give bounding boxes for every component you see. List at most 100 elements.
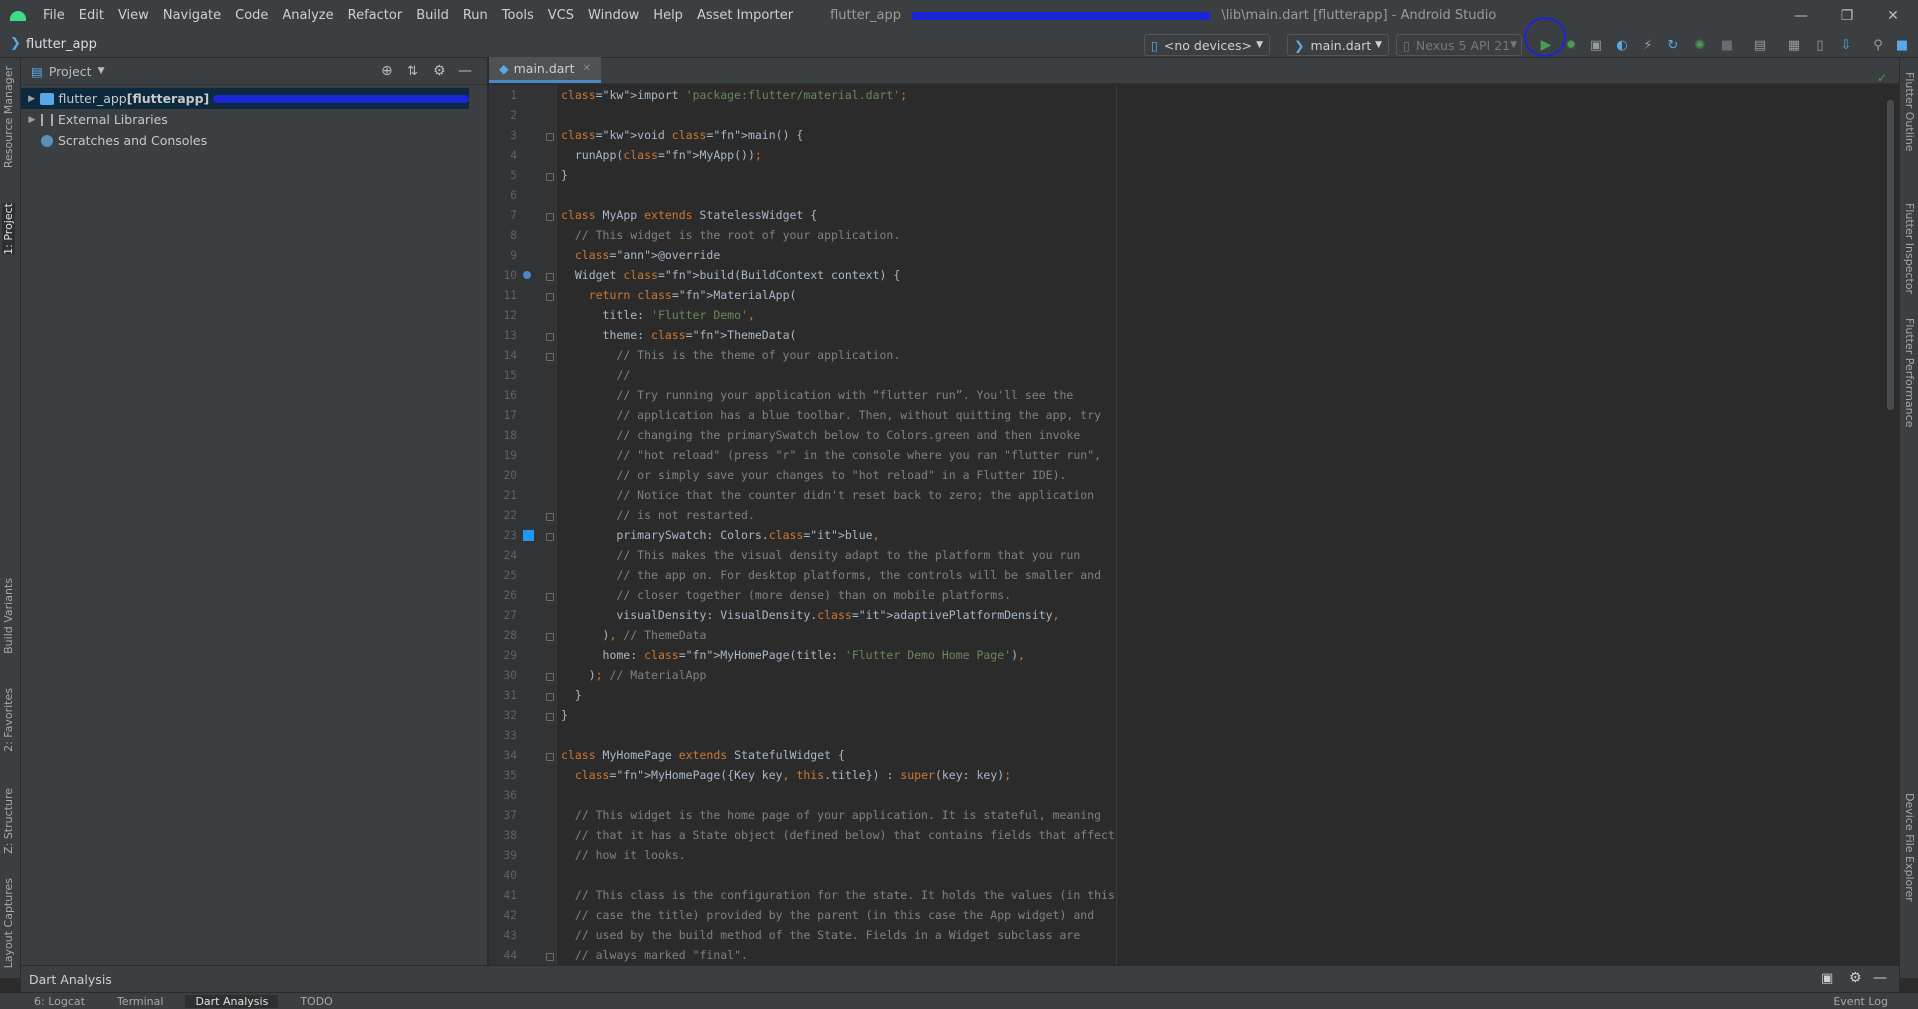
menu-run[interactable]: Run [456, 0, 495, 31]
editor-scrollbar[interactable] [1887, 100, 1894, 410]
collapse-all-icon[interactable]: ⇅ [407, 64, 418, 79]
tab-flutter-outline[interactable]: Flutter Outline [1903, 72, 1916, 152]
line-number: 3 [510, 129, 517, 142]
tab-event-log[interactable]: Event Log [1823, 995, 1898, 1008]
menu-window[interactable]: Window [581, 0, 646, 31]
menu-code[interactable]: Code [228, 0, 275, 31]
hide-panel-icon[interactable]: — [1873, 970, 1887, 986]
attach-debugger-icon[interactable]: ✺ [1692, 37, 1708, 53]
layout-inspector-icon[interactable]: ▦ [1786, 37, 1802, 53]
color-swatch-icon[interactable] [523, 530, 534, 541]
device-selector[interactable]: ▯ <no devices> ▼ [1144, 34, 1270, 56]
menu-navigate[interactable]: Navigate [156, 0, 228, 31]
menu-build[interactable]: Build [409, 0, 456, 31]
menu-vcs[interactable]: VCS [541, 0, 581, 31]
override-marker-icon[interactable] [523, 271, 531, 279]
restore-icon[interactable]: ❐ [1824, 0, 1870, 31]
tab-layout-captures[interactable]: Layout Captures [2, 878, 15, 968]
avd-selector[interactable]: ▯ Nexus 5 API 21 ▼ [1396, 34, 1522, 56]
code-line: class="ann">@override [574, 248, 721, 262]
debug-icon[interactable]: ✹ [1563, 37, 1579, 53]
code-line: // how it looks. [574, 848, 686, 862]
run-config-selector[interactable]: ❯ main.dart ▼ [1287, 34, 1389, 56]
menu-help[interactable]: Help [646, 0, 690, 31]
gear-icon[interactable]: ⚙ [1849, 970, 1862, 986]
close-icon[interactable]: ✕ [1870, 0, 1916, 31]
code-line: } [561, 168, 568, 182]
menu-edit[interactable]: Edit [72, 0, 111, 31]
chevron-down-icon[interactable]: ▼ [98, 66, 105, 76]
search-icon[interactable]: ⚲ [1870, 37, 1886, 53]
expand-arrow-icon[interactable]: ▶ [25, 94, 38, 104]
fold-marker-icon[interactable] [546, 333, 554, 341]
tab-flutter-inspector[interactable]: Flutter Inspector [1903, 203, 1916, 294]
tree-item-external-libraries[interactable]: ▶ External Libraries [21, 109, 487, 130]
project-structure-icon[interactable]: ▤ [1752, 37, 1768, 53]
run-with-coverage-icon[interactable]: ▣ [1588, 37, 1604, 53]
fold-marker-icon[interactable] [546, 533, 554, 541]
fold-marker-icon[interactable] [546, 133, 554, 141]
menu-analyze[interactable]: Analyze [275, 0, 340, 31]
tab-terminal[interactable]: Terminal [107, 995, 174, 1008]
locate-icon[interactable]: ⊕ [381, 63, 393, 79]
code-line: ); // MaterialApp [561, 668, 707, 682]
minimize-icon[interactable]: — [1778, 0, 1824, 31]
breadcrumb-project[interactable]: flutter_app [26, 37, 97, 52]
tab-logcat[interactable]: 6: Logcat [24, 995, 95, 1008]
expand-arrow-icon[interactable]: ▶ [25, 115, 39, 125]
redaction-scribble [911, 11, 1212, 20]
fold-marker-icon[interactable] [546, 353, 554, 361]
profile-icon[interactable]: ◐ [1614, 37, 1630, 53]
tab-flutter-performance[interactable]: Flutter Performance [1903, 318, 1916, 427]
hide-panel-icon[interactable]: — [458, 63, 472, 79]
tree-item-flutter-app[interactable]: ▶ flutter_app [flutterapp] [21, 88, 470, 109]
tab-device-file-explorer[interactable]: Device File Explorer [1903, 793, 1916, 902]
dart-file-icon: ◆ [499, 61, 509, 76]
line-number: 41 [503, 889, 517, 902]
menu-view[interactable]: View [111, 0, 156, 31]
line-number: 1 [510, 89, 517, 102]
tab-build-variants[interactable]: Build Variants [2, 578, 15, 654]
menu-asset-importer[interactable]: Asset Importer [690, 0, 800, 31]
fold-marker-icon[interactable] [546, 633, 554, 641]
tab-dart-analysis[interactable]: Dart Analysis [185, 994, 279, 1008]
stop-icon[interactable]: ■ [1719, 37, 1735, 53]
menu-tools[interactable]: Tools [495, 0, 541, 31]
line-number: 38 [503, 829, 517, 842]
fold-marker-icon[interactable] [546, 953, 554, 961]
tab-main-dart[interactable]: ◆ main.dart ✕ [489, 57, 601, 83]
account-icon[interactable]: ■ [1894, 37, 1910, 53]
tab-structure[interactable]: Z: Structure [2, 788, 15, 854]
fold-marker-icon[interactable] [546, 753, 554, 761]
fold-marker-icon[interactable] [546, 513, 554, 521]
fold-marker-icon[interactable] [546, 293, 554, 301]
tab-todo[interactable]: TODO [290, 995, 343, 1008]
fold-marker-icon[interactable] [546, 593, 554, 601]
code-line: class MyApp extends StatelessWidget { [561, 208, 818, 222]
tab-favorites[interactable]: 2: Favorites [2, 688, 15, 752]
line-number: 32 [503, 709, 517, 722]
fold-marker-icon[interactable] [546, 173, 554, 181]
close-tab-icon[interactable]: ✕ [582, 63, 590, 74]
hot-reload-icon[interactable]: ⚡ [1640, 37, 1656, 53]
tree-item-scratches[interactable]: Scratches and Consoles [21, 130, 487, 151]
code-area[interactable]: class="kw">import 'package:flutter/mater… [557, 85, 1887, 965]
fold-marker-icon[interactable] [546, 693, 554, 701]
avd-manager-icon[interactable]: ▯ [1812, 37, 1828, 53]
chat-icon[interactable]: ▣ [1821, 971, 1833, 986]
menu-file[interactable]: File [36, 0, 72, 31]
fold-marker-icon[interactable] [546, 673, 554, 681]
sdk-manager-icon[interactable]: ⇩ [1838, 37, 1854, 53]
android-studio-logo-icon [10, 10, 26, 21]
hot-restart-icon[interactable]: ↻ [1665, 37, 1681, 53]
fold-marker-icon[interactable] [546, 273, 554, 281]
menu-refactor[interactable]: Refactor [341, 0, 410, 31]
tab-resource-manager[interactable]: Resource Manager [2, 66, 15, 168]
gear-icon[interactable]: ⚙ [433, 63, 446, 79]
code-line: // This is the theme of your application… [616, 348, 901, 362]
fold-marker-icon[interactable] [546, 713, 554, 721]
fold-marker-icon[interactable] [546, 213, 554, 221]
tab-project[interactable]: 1: Project [2, 203, 15, 255]
line-number: 39 [503, 849, 517, 862]
project-view-selector[interactable]: Project [49, 64, 92, 79]
